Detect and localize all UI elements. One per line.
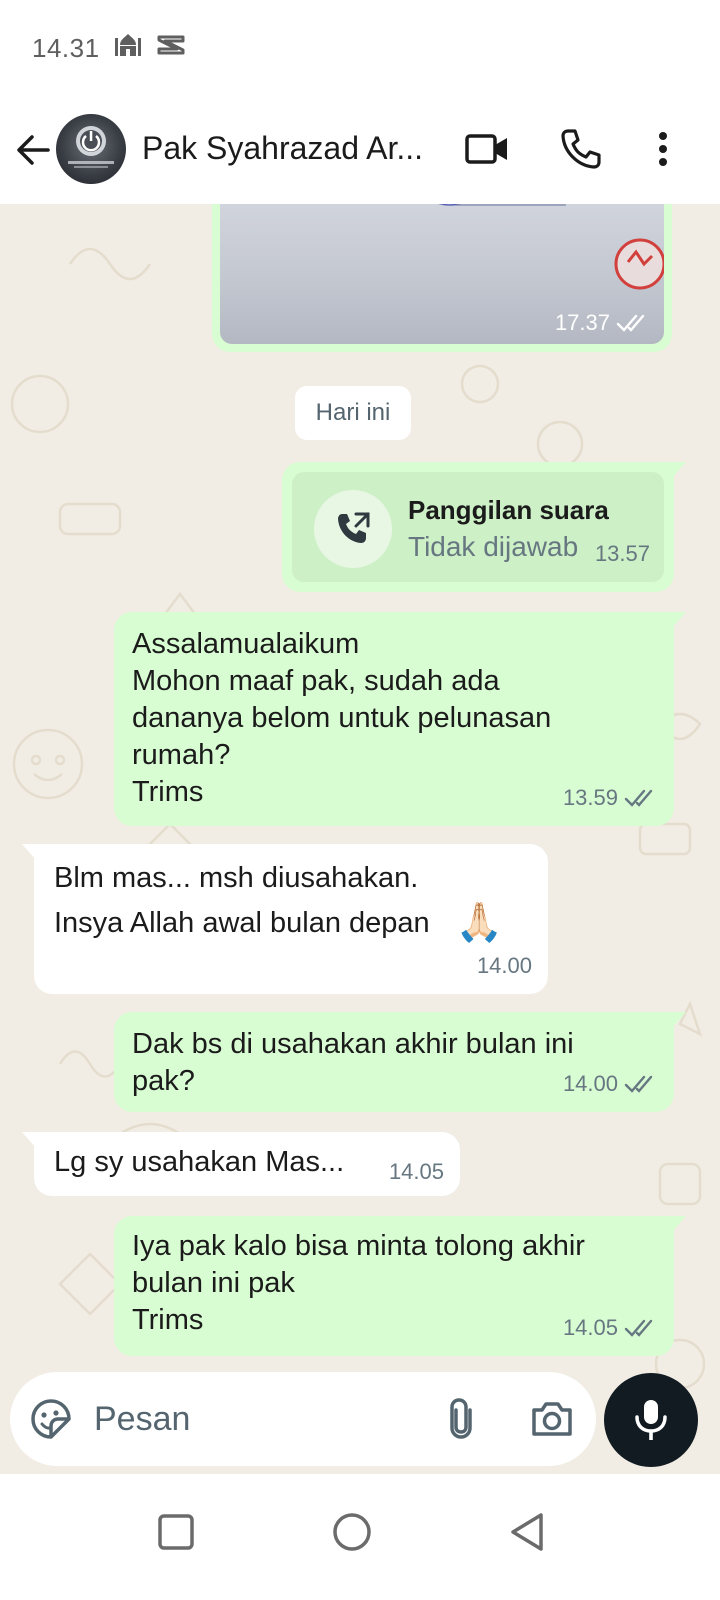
contact-name[interactable]: Pak Syahrazad Ar...: [142, 130, 432, 167]
camera-icon[interactable]: [530, 1398, 574, 1445]
arrow-left-icon: [17, 135, 50, 165]
message-bubble-incoming[interactable]: Blm mas... msh diusahakan. Insya Allah a…: [22, 844, 548, 994]
message-meta: 14.00: [563, 1065, 658, 1102]
message-text: Blm mas... msh diusahakan.: [54, 862, 419, 894]
message-meta: 14.00: [477, 947, 532, 984]
image-message-meta: 17.37: [555, 310, 650, 336]
sticker-icon[interactable]: [30, 1398, 72, 1445]
message-time: 14.00: [476, 953, 532, 978]
read-ticks-icon: [624, 1319, 653, 1337]
message-meta: 14.05: [389, 1153, 444, 1190]
date-chip: Hari ini: [295, 386, 411, 440]
capcut-icon: [156, 30, 186, 65]
message-input[interactable]: [94, 1392, 394, 1446]
call-card[interactable]: Panggilan suara Tidak dijawab 13.57: [292, 472, 664, 582]
call-status: Tidak dijawab: [408, 531, 579, 562]
message-text: Insya Allah awal bulan depan: [54, 906, 430, 939]
back-button[interactable]: [12, 128, 56, 172]
message-bubble-outgoing[interactable]: Assalamualaikum Mohon maaf pak, sudah ad…: [114, 612, 686, 826]
read-ticks-icon: [624, 789, 653, 807]
message-time: 14.05: [388, 1159, 444, 1184]
more-options-icon[interactable]: [648, 126, 678, 177]
message-time: 14.00: [562, 1071, 618, 1096]
image-thumbnail[interactable]: 17.37: [220, 204, 664, 344]
bubble-tail: [672, 612, 686, 628]
status-time: 14.31: [32, 33, 100, 63]
back-nav-icon[interactable]: [498, 1502, 558, 1562]
message-meta: 14.05: [563, 1309, 658, 1346]
mic-button[interactable]: [604, 1373, 698, 1467]
message-bubble-outgoing[interactable]: Iya pak kalo bisa minta tolong akhir bul…: [114, 1216, 686, 1356]
status-bar: 14.31: [0, 0, 720, 100]
system-nav-bar: [0, 1474, 720, 1600]
image-message[interactable]: 17.37: [212, 204, 672, 352]
attach-icon[interactable]: [444, 1396, 480, 1447]
bubble-tail: [22, 1132, 36, 1148]
message-time: 13.59: [562, 785, 618, 810]
message-bubble-outgoing[interactable]: Dak bs di usahakan akhir bulan ini pak? …: [114, 1012, 686, 1112]
video-call-icon[interactable]: [464, 126, 510, 177]
avatar[interactable]: [56, 114, 126, 184]
call-title: Panggilan suara: [408, 495, 609, 525]
power-logo-icon: [68, 126, 114, 168]
mic-icon: [635, 1400, 667, 1440]
mosque-icon: [114, 30, 142, 65]
missed-call-message[interactable]: Panggilan suara Tidak dijawab 13.57: [282, 462, 686, 592]
message-time: 14.05: [562, 1315, 618, 1340]
chat-header: Pak Syahrazad Ar...: [0, 100, 720, 204]
voice-call-icon[interactable]: [558, 126, 604, 177]
message-bubble-incoming[interactable]: Lg sy usahakan Mas... 14.05: [22, 1132, 460, 1196]
message-composer: [10, 1372, 596, 1466]
chat-area[interactable]: 17.37 Hari ini Panggilan suara Tidak dij…: [0, 204, 720, 1474]
message-time: 13.57: [594, 541, 650, 566]
message-text-line2: Insya Allah awal bulan depan 🙏🏻: [54, 900, 528, 946]
read-ticks-icon: [624, 1075, 653, 1093]
bubble-tail: [22, 844, 36, 860]
outgoing-call-icon: [314, 490, 392, 568]
message-meta: 13.59: [563, 779, 658, 816]
praying-hands-emoji: 🙏🏻: [455, 902, 503, 944]
home-icon[interactable]: [322, 1502, 382, 1562]
bubble-tail: [672, 462, 686, 478]
bubble-tail: [672, 1216, 686, 1232]
bubble-tail: [672, 1012, 686, 1028]
message-text: Lg sy usahakan Mas...: [54, 1146, 345, 1178]
message-time: 17.37: [554, 310, 610, 335]
recents-icon[interactable]: [146, 1502, 206, 1562]
read-ticks-icon: [616, 314, 645, 332]
